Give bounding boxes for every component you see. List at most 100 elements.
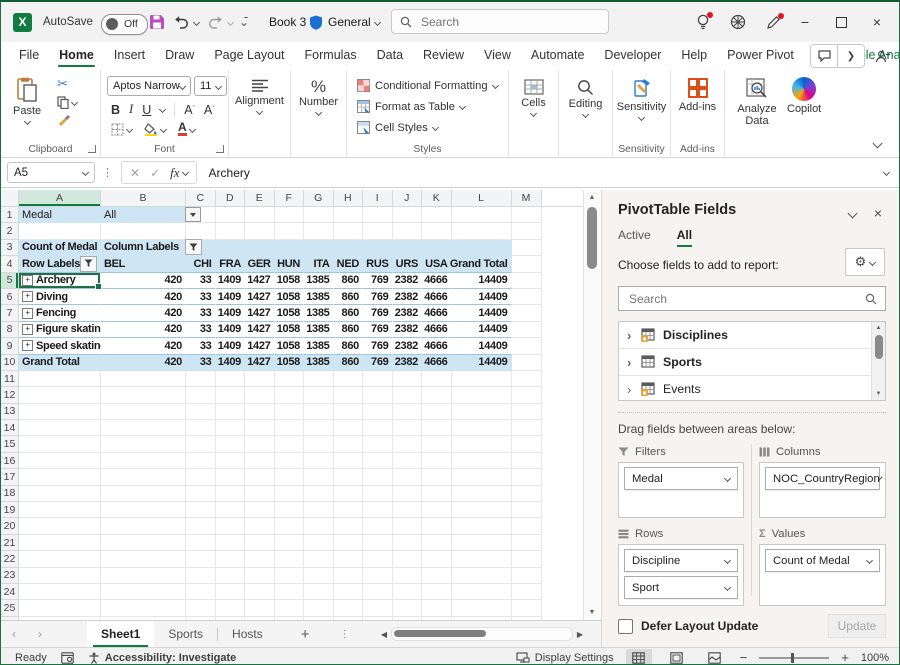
cell-M20[interactable] — [512, 518, 542, 534]
zoom-slider[interactable] — [759, 657, 829, 659]
cell-B11[interactable] — [101, 371, 186, 387]
sheet-nav-next-icon[interactable]: › — [27, 627, 53, 641]
insert-function-button[interactable]: fx — [170, 165, 187, 181]
cell-I1[interactable] — [363, 207, 393, 223]
cell-J12[interactable] — [393, 387, 423, 403]
cell-L16[interactable] — [452, 453, 512, 469]
row-header-6[interactable]: 6 — [1, 289, 19, 305]
row-header-20[interactable]: 20 — [1, 518, 19, 534]
cell-K5[interactable]: 4666 — [422, 273, 452, 289]
row-header-16[interactable]: 16 — [1, 453, 19, 469]
cell-D15[interactable] — [216, 436, 246, 452]
cell-E15[interactable] — [245, 436, 275, 452]
cell-C13[interactable] — [186, 404, 216, 420]
cell-H4[interactable]: NED — [334, 256, 364, 272]
vertical-scroll-thumb[interactable] — [587, 207, 597, 269]
expand-chevron-icon[interactable]: › — [627, 328, 635, 343]
row-header-18[interactable]: 18 — [1, 486, 19, 502]
cell-F13[interactable] — [275, 404, 305, 420]
cell-I22[interactable] — [363, 551, 393, 567]
cell-L2[interactable] — [452, 223, 512, 239]
cell-G10[interactable]: 1385 — [304, 355, 334, 371]
cell-B14[interactable] — [101, 420, 186, 436]
cell-E1[interactable] — [245, 207, 275, 223]
area-pill-discipline[interactable]: Discipline — [624, 549, 738, 572]
cell-F8[interactable]: 1058 — [275, 322, 305, 338]
cell-H22[interactable] — [334, 551, 364, 567]
cell-L13[interactable] — [452, 404, 512, 420]
cell-L17[interactable] — [452, 469, 512, 485]
cells-button[interactable]: Cells — [509, 79, 558, 116]
cell-I16[interactable] — [363, 453, 393, 469]
expand-icon[interactable]: + — [22, 308, 33, 319]
cell-J18[interactable] — [393, 486, 423, 502]
cell-G15[interactable] — [304, 436, 334, 452]
cell-J23[interactable] — [393, 568, 423, 584]
cell-I17[interactable] — [363, 469, 393, 485]
search-box[interactable] — [391, 9, 609, 34]
cell-B22[interactable] — [101, 551, 186, 567]
zoom-in-button[interactable]: + — [841, 650, 849, 665]
ribbon-tab-insert[interactable]: Insert — [104, 43, 155, 70]
cell-E25[interactable] — [245, 600, 275, 616]
cell-D24[interactable] — [216, 584, 246, 600]
cell-M21[interactable] — [512, 535, 542, 551]
cell-D16[interactable] — [216, 453, 246, 469]
cell-M8[interactable] — [512, 322, 542, 338]
cell-H19[interactable] — [334, 502, 364, 518]
col-header-D[interactable]: D — [216, 190, 246, 207]
cell-E11[interactable] — [245, 371, 275, 387]
cell-M11[interactable] — [512, 371, 542, 387]
cell-L25[interactable] — [452, 600, 512, 616]
expand-icon[interactable]: + — [22, 291, 33, 302]
cell-I2[interactable] — [363, 223, 393, 239]
share-icon[interactable] — [875, 50, 891, 63]
filters-area-box[interactable]: Medal — [618, 462, 744, 518]
rows-area-box[interactable]: DisciplineSport — [618, 544, 744, 606]
values-area-box[interactable]: Count of Medal — [759, 544, 886, 606]
cell-J11[interactable] — [393, 371, 423, 387]
cell-H23[interactable] — [334, 568, 364, 584]
expand-icon[interactable]: + — [22, 340, 33, 351]
cell-E9[interactable]: 1427 — [245, 338, 275, 354]
cell-G16[interactable] — [304, 453, 334, 469]
cell-A14[interactable] — [19, 420, 101, 436]
area-pill-count-of-medal[interactable]: Count of Medal — [765, 549, 880, 572]
bold-button[interactable]: B — [111, 103, 120, 117]
cell-F21[interactable] — [275, 535, 305, 551]
cell-G21[interactable] — [304, 535, 334, 551]
col-header-G[interactable]: G — [304, 190, 334, 207]
cell-I21[interactable] — [363, 535, 393, 551]
cell-H11[interactable] — [334, 371, 364, 387]
cell-I23[interactable] — [363, 568, 393, 584]
cell-J16[interactable] — [393, 453, 423, 469]
cell-A15[interactable] — [19, 436, 101, 452]
cell-C23[interactable] — [186, 568, 216, 584]
cell-E14[interactable] — [245, 420, 275, 436]
cell-A19[interactable] — [19, 502, 101, 518]
cell-G18[interactable] — [304, 486, 334, 502]
cell-H17[interactable] — [334, 469, 364, 485]
cell-F5[interactable]: 1058 — [275, 273, 305, 289]
row-header-14[interactable]: 14 — [1, 420, 19, 436]
cell-G11[interactable] — [304, 371, 334, 387]
row-header-13[interactable]: 13 — [1, 404, 19, 420]
font-name-select[interactable]: Aptos Narrow — [107, 76, 191, 96]
cell-D14[interactable] — [216, 420, 246, 436]
cell-D23[interactable] — [216, 568, 246, 584]
cell-A13[interactable] — [19, 404, 101, 420]
cancel-icon[interactable]: ✕ — [130, 166, 140, 180]
cell-A8[interactable]: +Figure skating — [19, 322, 101, 338]
cell-L8[interactable]: 14409 — [452, 322, 512, 338]
ribbon-tab-file[interactable]: File — [9, 43, 49, 70]
quick-access-customize-icon[interactable]: ⌄̄︎ — [239, 2, 249, 42]
cell-K18[interactable] — [422, 486, 452, 502]
cell-K23[interactable] — [422, 568, 452, 584]
cell-L20[interactable] — [452, 518, 512, 534]
cell-F10[interactable]: 1058 — [275, 355, 305, 371]
collapse-ribbon-icon[interactable] — [873, 139, 883, 149]
horizontal-scrollbar[interactable]: ◀ ▶ — [377, 626, 587, 642]
expand-icon[interactable]: + — [22, 275, 33, 286]
cell-L4[interactable]: Grand Total — [452, 256, 512, 272]
fields-scroll-thumb[interactable] — [875, 335, 883, 359]
